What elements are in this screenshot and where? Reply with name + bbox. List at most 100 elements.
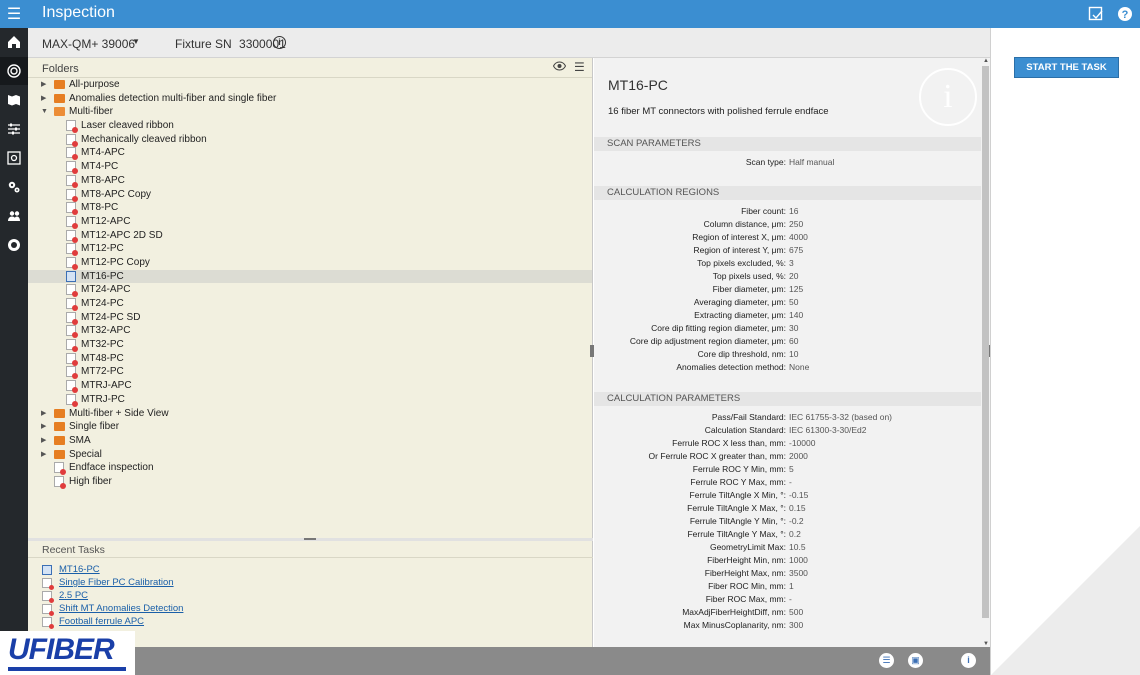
parameter-row: FiberHeight Max, nm: 3500 xyxy=(594,568,981,581)
tree-folder[interactable]: ▶ Multi-fiber + Side View xyxy=(28,407,592,421)
tree-item[interactable]: MT12-APC 2D SD xyxy=(28,229,592,243)
parameter-row: Fiber ROC Min, mm: 1 xyxy=(594,581,981,594)
tree-folder[interactable]: ▶ Anomalies detection multi-fiber and sin… xyxy=(28,92,592,106)
tree-folder[interactable]: ▶ SMA xyxy=(28,434,592,448)
parameter-name: MaxAdjFiberHeightDiff, nm: xyxy=(682,607,786,617)
task-details-panel: MT16-PC 16 fiber MT connectors with poli… xyxy=(594,58,981,647)
tree-item[interactable]: Laser cleaved ribbon xyxy=(28,119,592,134)
chevron-down-icon[interactable]: ▼ xyxy=(132,37,140,46)
parameter-value: IEC 61300-3-30/Ed2 xyxy=(789,425,867,435)
parameter-name: Ferrule TiltAngle Y Min, °: xyxy=(689,516,786,526)
parameter-name: Pass/Fail Standard: xyxy=(711,412,786,422)
info-icon[interactable]: i xyxy=(273,36,286,49)
parameter-name: Ferrule ROC X less than, mm: xyxy=(672,438,786,448)
tree-item[interactable]: MT12-PC xyxy=(28,242,592,257)
tree-item[interactable]: High fiber xyxy=(28,475,592,489)
support-icon[interactable] xyxy=(0,231,28,259)
expand-arrow-icon[interactable]: ▶ xyxy=(41,407,46,421)
parameter-value: 3 xyxy=(789,258,794,268)
parameter-row: Core dip fitting region diameter, μm: 30 xyxy=(594,323,981,336)
task-file-icon xyxy=(66,202,78,216)
home-icon[interactable] xyxy=(0,28,28,56)
fixture-label: Fixture SN xyxy=(175,37,232,51)
task-file-icon xyxy=(42,604,54,616)
list-icon[interactable]: ☰ xyxy=(879,653,894,668)
parameter-name: Ferrule ROC Y Min, mm: xyxy=(692,464,786,474)
parameter-value: IEC 61755-3-32 (based on) xyxy=(789,412,893,422)
parameter-value: -0.2 xyxy=(789,516,804,526)
tree-folder[interactable]: ▼ Multi-fiber xyxy=(28,105,592,119)
expand-arrow-icon[interactable]: ▶ xyxy=(41,448,46,462)
tree-item[interactable]: MTRJ-PC xyxy=(28,393,592,407)
recent-task-link[interactable]: 2.5 PC xyxy=(59,590,88,601)
panel-resize-handle[interactable] xyxy=(590,345,594,357)
tree-item[interactable]: MT16-PC xyxy=(28,269,592,284)
recent-task-link[interactable]: MT16-PC xyxy=(59,564,100,575)
task-file-icon xyxy=(66,188,78,202)
recent-task-link[interactable]: Single Fiber PC Calibration xyxy=(59,577,174,588)
tree-folder[interactable]: ▶ All-purpose xyxy=(28,78,592,92)
tree-item[interactable]: MT8-APC Copy xyxy=(28,188,592,202)
tree-item[interactable]: MT12-APC xyxy=(28,215,592,229)
parameter-name: Ferrule TiltAngle Y Max, °: xyxy=(687,529,786,539)
tree-item[interactable]: MT4-APC xyxy=(28,146,592,161)
tree-item[interactable]: MT12-PC Copy xyxy=(28,256,592,270)
parameter-row: Ferrule ROC X less than, mm: -10000 xyxy=(594,438,981,451)
scroll-up-icon[interactable]: ▲ xyxy=(983,58,989,64)
scrollbar-thumb[interactable] xyxy=(982,66,989,618)
tree-item[interactable]: MT4-PC xyxy=(28,160,592,175)
inspection-icon[interactable] xyxy=(0,57,28,85)
parameter-name: Anomalies detection method: xyxy=(676,362,786,372)
tree-label: Laser cleaved ribbon xyxy=(81,120,174,132)
tree-folder[interactable]: ▶ Special xyxy=(28,448,592,462)
task-file-icon xyxy=(66,270,76,282)
expand-arrow-icon[interactable]: ▶ xyxy=(41,434,46,448)
task-file-icon xyxy=(54,462,66,476)
gallery-icon[interactable] xyxy=(0,144,28,172)
tree-item[interactable]: MTRJ-APC xyxy=(28,379,592,394)
tree-item[interactable]: Endface inspection xyxy=(28,461,592,476)
map-icon[interactable] xyxy=(0,86,28,114)
tree-folder[interactable]: ▶ Single fiber xyxy=(28,420,592,434)
device-selector[interactable]: MAX-QM+ 39006 xyxy=(42,37,135,51)
parameter-name: Ferrule TiltAngle X Max, °: xyxy=(687,503,786,513)
tree-label: MT4-APC xyxy=(81,147,125,159)
parameter-row: Ferrule ROC Y Min, mm: 5 xyxy=(594,464,981,477)
parameter-row: Averaging diameter, μm: 50 xyxy=(594,297,981,310)
tree-item[interactable]: MT48-PC xyxy=(28,352,592,366)
task-file-icon xyxy=(66,311,78,325)
hamburger-icon[interactable]: ☰ xyxy=(0,0,28,28)
tree-item[interactable]: MT72-PC xyxy=(28,365,592,380)
recent-task-link[interactable]: Football ferrule APC xyxy=(59,616,144,627)
recent-task-link[interactable]: Shift MT Anomalies Detection xyxy=(59,603,183,614)
tree-label: High fiber xyxy=(69,475,112,487)
splitter-grip[interactable] xyxy=(304,538,316,540)
eye-icon[interactable] xyxy=(552,61,567,74)
tree-item[interactable]: MT24-PC SD xyxy=(28,311,592,325)
tree-item[interactable]: MT8-APC xyxy=(28,174,592,188)
folder-icon xyxy=(54,93,65,103)
folder-icon[interactable]: ▣ xyxy=(908,653,923,668)
expand-arrow-icon[interactable]: ▶ xyxy=(41,92,46,106)
tree-item[interactable]: MT24-PC xyxy=(28,297,592,311)
parameter-name: GeometryLimit Max: xyxy=(709,542,786,552)
task-file-icon xyxy=(66,393,78,407)
task-file-icon xyxy=(66,380,78,394)
info-icon[interactable]: i xyxy=(961,653,976,668)
report-icon[interactable] xyxy=(1087,5,1105,23)
users-icon[interactable] xyxy=(0,202,28,230)
start-task-button[interactable]: START THE TASK xyxy=(1014,57,1119,78)
expand-arrow-icon[interactable]: ▶ xyxy=(41,420,46,434)
tree-item[interactable]: MT8-PC xyxy=(28,201,592,216)
tree-item[interactable]: Mechanically cleaved ribbon xyxy=(28,133,592,147)
tree-item[interactable]: MT24-APC xyxy=(28,283,592,298)
tree-item[interactable]: MT32-PC xyxy=(28,338,592,353)
gears-icon[interactable] xyxy=(0,173,28,201)
list-menu-icon[interactable]: ☰ xyxy=(574,60,585,74)
sliders-icon[interactable] xyxy=(0,115,28,143)
expand-arrow-icon[interactable]: ▶ xyxy=(41,78,46,92)
help-icon[interactable]: ? xyxy=(1116,5,1134,23)
tree-item[interactable]: MT32-APC xyxy=(28,324,592,339)
collapse-arrow-icon[interactable]: ▼ xyxy=(41,105,48,119)
task-file-icon xyxy=(42,591,54,603)
